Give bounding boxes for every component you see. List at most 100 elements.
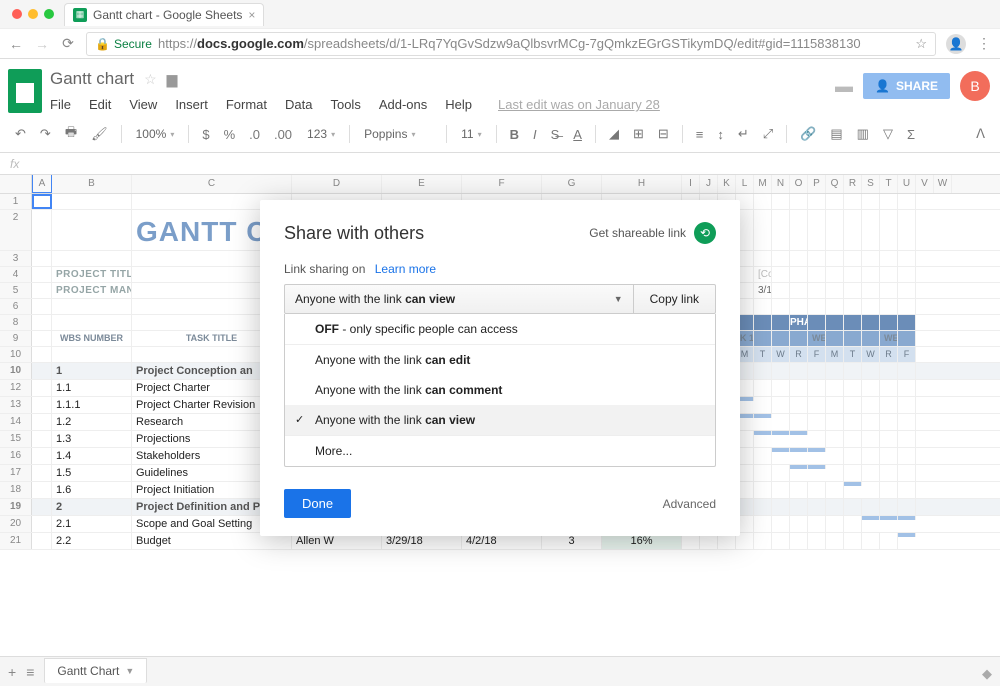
cell[interactable]: 1.1.1 bbox=[52, 397, 132, 413]
cell[interactable] bbox=[790, 414, 808, 430]
sheet-tab[interactable]: Gantt Chart ▼ bbox=[44, 658, 147, 683]
strikethrough-icon[interactable]: S̶ bbox=[546, 124, 565, 145]
browser-profile-icon[interactable]: 👤 bbox=[946, 34, 966, 54]
share-button[interactable]: 👤 SHARE bbox=[863, 73, 950, 99]
print-icon[interactable]: 🖶 bbox=[60, 120, 82, 148]
sheets-logo-icon[interactable] bbox=[8, 69, 42, 113]
cell[interactable] bbox=[844, 315, 862, 330]
cell[interactable] bbox=[880, 363, 898, 379]
cell[interactable] bbox=[790, 331, 808, 346]
cell[interactable] bbox=[862, 210, 880, 250]
font-select[interactable]: Poppins bbox=[358, 125, 438, 143]
cell[interactable] bbox=[826, 267, 844, 282]
cell[interactable] bbox=[898, 251, 916, 266]
column-header[interactable]: N bbox=[772, 175, 790, 193]
permission-option[interactable]: Anyone with the link can edit bbox=[285, 345, 715, 375]
text-color-icon[interactable]: A bbox=[568, 124, 587, 145]
column-header[interactable]: R bbox=[844, 175, 862, 193]
cell[interactable] bbox=[754, 431, 772, 435]
cell[interactable] bbox=[844, 331, 862, 346]
cell[interactable] bbox=[862, 380, 880, 396]
column-header[interactable]: B bbox=[52, 175, 132, 193]
cell[interactable] bbox=[772, 315, 790, 330]
cell[interactable] bbox=[862, 533, 880, 549]
cell[interactable]: 1.6 bbox=[52, 482, 132, 498]
move-folder-icon[interactable]: ▆ bbox=[167, 71, 178, 88]
insert-link-icon[interactable]: 🔗 bbox=[795, 123, 821, 145]
back-icon[interactable]: ← bbox=[8, 36, 24, 52]
cell[interactable] bbox=[898, 380, 916, 396]
cell[interactable] bbox=[826, 482, 844, 498]
cell[interactable] bbox=[808, 283, 826, 298]
cell[interactable] bbox=[32, 397, 52, 413]
column-header[interactable]: I bbox=[682, 175, 700, 193]
column-header[interactable]: K bbox=[718, 175, 736, 193]
cell[interactable] bbox=[844, 210, 862, 250]
get-shareable-link[interactable]: Get shareable link ⟲ bbox=[589, 222, 716, 244]
cell[interactable] bbox=[790, 363, 808, 379]
cell[interactable] bbox=[880, 414, 898, 430]
row-header[interactable]: 6 bbox=[0, 299, 32, 314]
cell[interactable] bbox=[844, 251, 862, 266]
column-header[interactable]: Q bbox=[826, 175, 844, 193]
paint-format-icon[interactable]: 🖌 bbox=[86, 123, 113, 145]
cell[interactable] bbox=[844, 533, 862, 549]
cell[interactable] bbox=[826, 363, 844, 379]
cell[interactable] bbox=[880, 533, 898, 549]
cell[interactable] bbox=[772, 465, 790, 481]
column-header[interactable]: P bbox=[808, 175, 826, 193]
cell[interactable] bbox=[826, 533, 844, 549]
permission-option[interactable]: ✓Anyone with the link can view bbox=[285, 405, 715, 435]
undo-icon[interactable]: ↶ bbox=[10, 123, 31, 145]
cell[interactable] bbox=[844, 194, 862, 209]
menu-format[interactable]: Format bbox=[226, 97, 267, 112]
cell[interactable] bbox=[880, 194, 898, 209]
cell[interactable] bbox=[808, 267, 826, 282]
font-size-select[interactable]: 11 bbox=[455, 125, 487, 143]
formula-bar[interactable]: fx bbox=[0, 153, 1000, 175]
cell[interactable]: T bbox=[844, 347, 862, 362]
cell[interactable] bbox=[52, 210, 132, 250]
cell[interactable] bbox=[32, 299, 52, 314]
cell[interactable] bbox=[754, 251, 772, 266]
column-header[interactable]: J bbox=[700, 175, 718, 193]
learn-more-link[interactable]: Learn more bbox=[375, 262, 436, 276]
cell[interactable] bbox=[844, 363, 862, 379]
cell[interactable]: WEEK 2 bbox=[808, 331, 826, 346]
cell[interactable]: PROJECT MANAGER bbox=[52, 283, 132, 298]
insert-comment-icon[interactable]: ▤ bbox=[825, 123, 847, 145]
cell[interactable] bbox=[808, 397, 826, 413]
cell[interactable] bbox=[862, 397, 880, 413]
cell[interactable] bbox=[754, 194, 772, 209]
cell[interactable] bbox=[862, 299, 880, 314]
format-percent-icon[interactable]: % bbox=[219, 124, 241, 145]
row-header[interactable]: 8 bbox=[0, 315, 32, 330]
cell[interactable] bbox=[790, 267, 808, 282]
cell[interactable] bbox=[826, 315, 844, 330]
cell[interactable] bbox=[808, 380, 826, 396]
close-window-icon[interactable] bbox=[12, 9, 22, 19]
cell[interactable] bbox=[880, 482, 898, 498]
cell[interactable] bbox=[826, 448, 844, 464]
column-header[interactable]: G bbox=[542, 175, 602, 193]
link-permission-dropdown[interactable]: Anyone with the link can view ▼ bbox=[285, 285, 634, 313]
cell[interactable] bbox=[862, 448, 880, 464]
advanced-link[interactable]: Advanced bbox=[663, 497, 716, 511]
cell[interactable]: PHASE ONE bbox=[790, 315, 808, 330]
cell[interactable] bbox=[862, 283, 880, 298]
cell[interactable] bbox=[844, 397, 862, 413]
cell[interactable] bbox=[32, 331, 52, 346]
column-header[interactable]: A bbox=[32, 175, 52, 193]
cell[interactable] bbox=[844, 465, 862, 481]
cell[interactable] bbox=[826, 499, 844, 515]
functions-icon[interactable]: Σ bbox=[902, 124, 920, 145]
cell[interactable] bbox=[32, 315, 52, 330]
collapse-toolbar-icon[interactable]: ᐱ bbox=[971, 123, 990, 145]
cell[interactable] bbox=[898, 315, 916, 330]
column-header[interactable]: C bbox=[132, 175, 292, 193]
cell[interactable] bbox=[32, 283, 52, 298]
column-header[interactable]: H bbox=[602, 175, 682, 193]
menu-data[interactable]: Data bbox=[285, 97, 312, 112]
cell[interactable]: 2.2 bbox=[52, 533, 132, 549]
cell[interactable] bbox=[772, 251, 790, 266]
